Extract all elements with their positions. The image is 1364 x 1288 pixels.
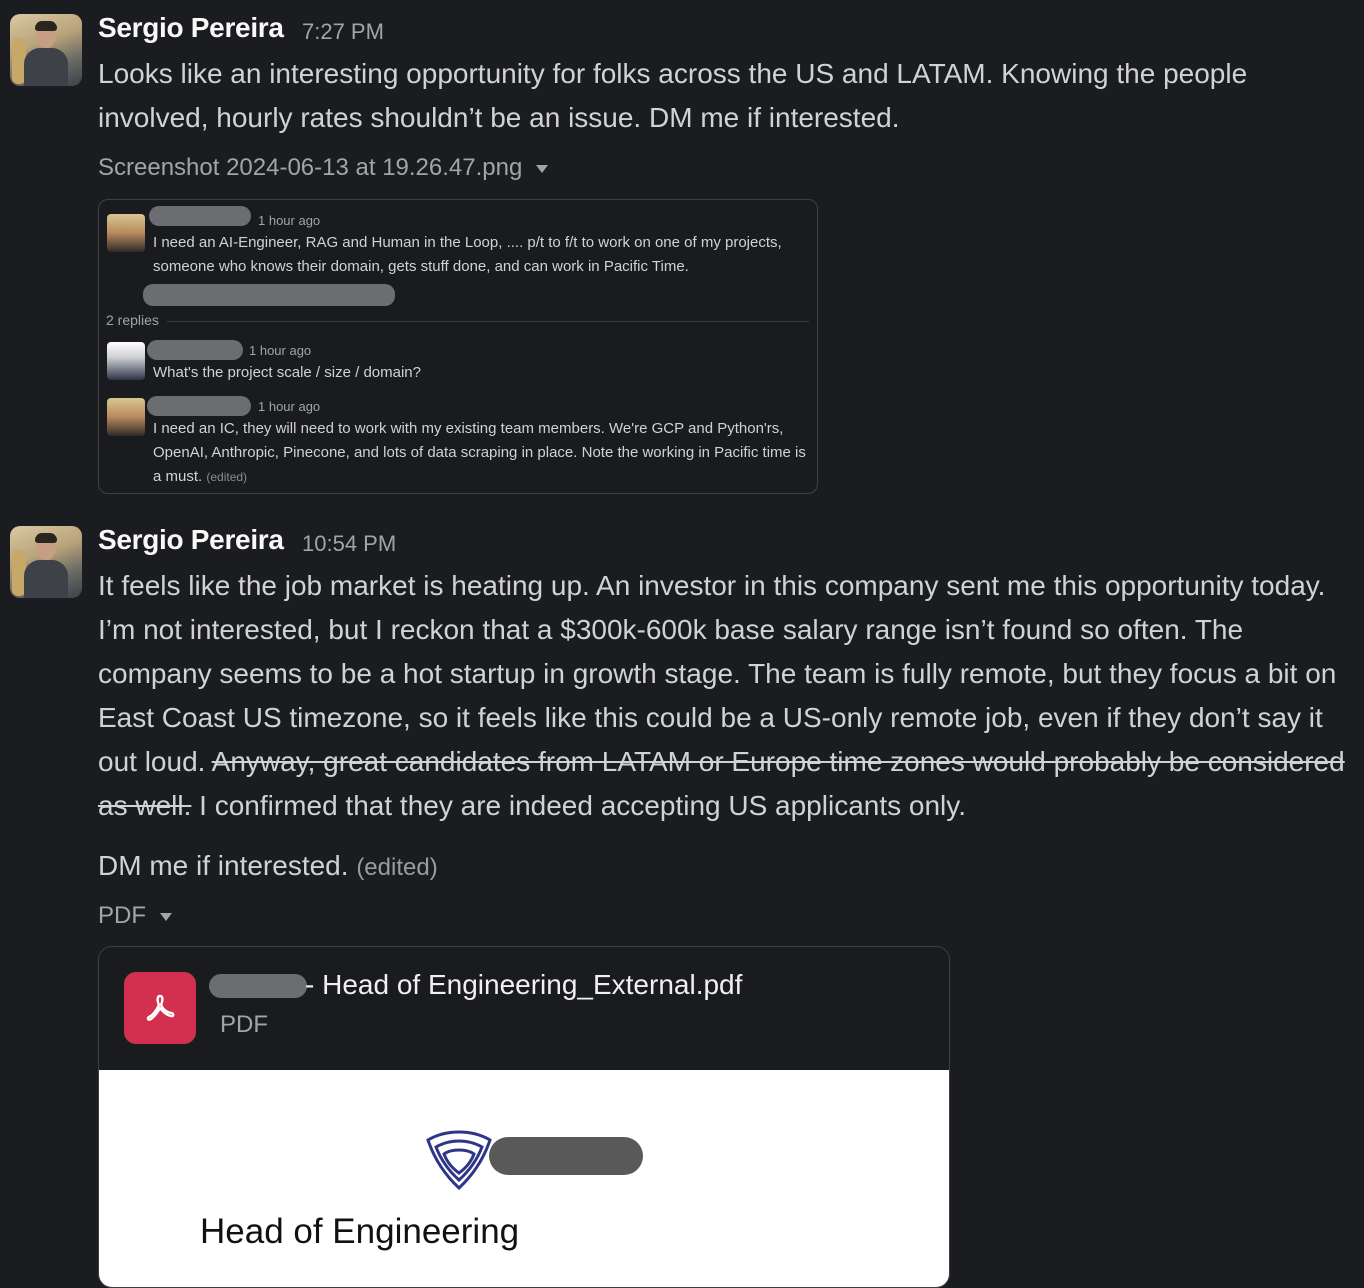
pdf-filename[interactable]: - Head of Engineering_External.pdf [219,969,742,1001]
edited-label: (edited) [356,854,438,881]
reply-timestamp: 1 hour ago [258,399,321,414]
pdf-icon [124,972,196,1044]
pdf-preview-title: Head of Engineering [200,1212,520,1251]
message-timestamp[interactable]: 7:27 PM [302,19,384,45]
avatar [107,398,145,436]
screenshot-image[interactable]: 1 hour ago I need an AI-Engineer, RAG an… [98,199,818,494]
redacted-name [147,396,251,416]
message-second-line: DM me if interested. [98,850,349,881]
post-text: I need an AI-Engineer, RAG and Human in … [153,234,782,275]
message-text: Looks like an interesting opportunity fo… [98,58,1248,133]
redacted-name [147,340,243,360]
post-timestamp: 1 hour ago [258,213,321,228]
author-name[interactable]: Sergio Pereira [98,524,284,556]
reply-text-body: I need an IC, they will need to work wit… [153,420,806,485]
author-name[interactable]: Sergio Pereira [98,12,284,44]
divider [167,321,809,322]
attachment-label[interactable]: Screenshot 2024-06-13 at 19.26.47.png [98,154,549,182]
message-text-after: I confirmed that they are indeed accepti… [191,790,966,821]
attachment-type-label: PDF [98,902,146,929]
pdf-type: PDF [220,1011,268,1038]
redacted-name [149,206,251,226]
avatar[interactable] [10,14,82,86]
attachment-label[interactable]: PDF [98,902,172,930]
reply-text: What's the project scale / size / domain… [153,364,421,381]
pdf-attachment-card[interactable]: - Head of Engineering_External.pdf PDF H… [98,946,950,1288]
avatar[interactable] [10,526,82,598]
attachment-filename: Screenshot 2024-06-13 at 19.26.47.png [98,154,523,181]
replies-count: 2 replies [106,312,159,328]
edited-label: (edited) [206,470,248,484]
chevron-down-icon[interactable] [536,164,549,173]
message-timestamp[interactable]: 10:54 PM [302,531,396,557]
avatar [107,214,145,252]
message-text: It feels like the job market is heating … [98,564,1353,828]
reply-text: I need an IC, they will need to work wit… [153,417,813,489]
redacted-text [143,284,395,306]
pdf-preview[interactable]: Head of Engineering [99,1070,949,1287]
chevron-down-icon[interactable] [160,912,172,921]
pdf-filename-text: - Head of Engineering_External.pdf [305,969,743,1000]
avatar [107,342,145,380]
reply-timestamp: 1 hour ago [249,343,312,358]
message-text-second: DM me if interested. (edited) [98,844,1353,890]
shield-logo-icon [426,1130,492,1191]
redacted-company-name [489,1137,643,1175]
